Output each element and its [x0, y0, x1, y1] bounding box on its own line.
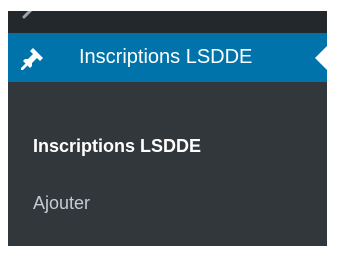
submenu-item-inscriptions-lsdde[interactable]: Inscriptions LSDDE — [33, 136, 201, 157]
admin-sidebar: Inscriptions LSDDE Inscriptions LSDDE Aj… — [8, 11, 327, 246]
menu-item-inscriptions-lsdde[interactable]: Inscriptions LSDDE — [8, 33, 327, 82]
submenu-item-ajouter[interactable]: Ajouter — [33, 193, 90, 214]
content-area — [327, 11, 351, 246]
menu-item-icon — [22, 11, 33, 19]
admin-page: Inscriptions LSDDE Inscriptions LSDDE Aj… — [0, 0, 351, 254]
menu-item-label: Inscriptions LSDDE — [79, 46, 253, 68]
page-background — [0, 246, 351, 254]
submenu: Inscriptions LSDDE Ajouter — [8, 82, 327, 246]
active-indicator-arrow — [315, 46, 327, 70]
pushpin-icon — [21, 48, 43, 70]
previous-menu-item[interactable] — [8, 11, 327, 33]
